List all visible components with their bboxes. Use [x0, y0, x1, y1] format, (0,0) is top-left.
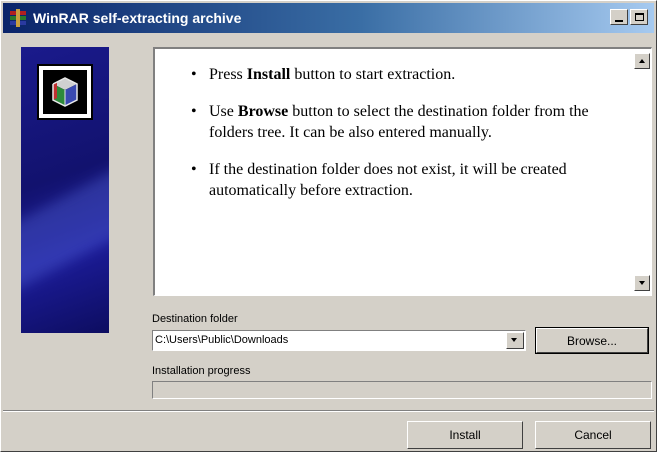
sfx-dialog-window: WinRAR self-extracting archive • Press I…	[0, 0, 657, 452]
arrow-down-icon	[639, 281, 645, 285]
archive-logo	[37, 64, 93, 120]
title-bar[interactable]: WinRAR self-extracting archive	[3, 3, 654, 33]
winrar-books-icon	[9, 9, 27, 27]
window-title: WinRAR self-extracting archive	[33, 10, 242, 26]
maximize-button[interactable]	[630, 9, 648, 25]
archive-book-icon	[43, 70, 87, 114]
destination-folder-combobox[interactable]: C:\Users\Public\Downloads	[152, 330, 526, 351]
footer-divider	[3, 410, 654, 412]
cancel-button[interactable]: Cancel	[535, 421, 651, 449]
instructions-scrollbar[interactable]	[633, 49, 651, 295]
instructions-list: Press Install button to start extraction…	[155, 49, 633, 295]
instruction-item: Press Install button to start extraction…	[191, 64, 623, 85]
destination-dropdown-button[interactable]	[506, 332, 524, 349]
install-button[interactable]: Install	[407, 421, 523, 449]
browse-button-label: Browse...	[566, 333, 617, 348]
sfx-banner	[21, 47, 109, 333]
maximize-icon	[634, 13, 644, 21]
arrow-up-icon	[639, 59, 645, 63]
browse-button[interactable]: Browse...	[535, 327, 649, 354]
scroll-down-button[interactable]	[634, 275, 650, 291]
title-bar-controls	[610, 9, 648, 25]
cancel-button-label: Cancel	[574, 428, 612, 442]
destination-folder-label: Destination folder	[152, 313, 238, 325]
minimize-button[interactable]	[610, 9, 628, 25]
scroll-up-button[interactable]	[634, 53, 650, 69]
destination-folder-value[interactable]: C:\Users\Public\Downloads	[155, 334, 288, 346]
installation-progress-label: Installation progress	[152, 365, 251, 377]
chevron-down-icon	[511, 338, 517, 342]
instruction-item: Use Browse button to select the destinat…	[191, 101, 623, 143]
install-button-label: Install	[449, 428, 481, 442]
instructions-panel[interactable]: Press Install button to start extraction…	[153, 47, 652, 296]
installation-progress-bar	[152, 381, 652, 399]
instruction-item: If the destination folder does not exist…	[191, 159, 623, 201]
minimize-icon	[615, 20, 623, 22]
